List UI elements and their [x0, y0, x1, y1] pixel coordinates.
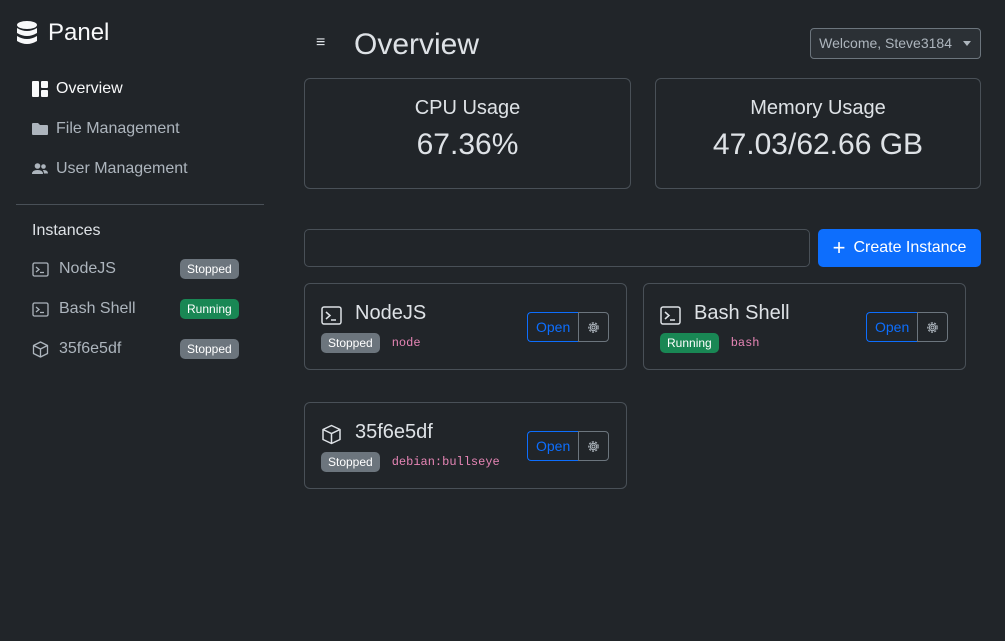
cpu-usage-card: CPU Usage 67.36% [304, 78, 631, 189]
brand[interactable]: Panel [16, 18, 109, 48]
sidebar-instance-list: NodeJS Stopped Bash Shell Running 35f6e5… [16, 254, 264, 374]
open-button[interactable]: Open [527, 431, 579, 461]
memory-usage-label: Memory Usage [750, 97, 886, 119]
dashboard-icon [32, 81, 48, 97]
plus-icon: + [832, 235, 846, 260]
status-badge: Running [180, 299, 239, 319]
page-title: Overview [354, 28, 480, 61]
topbar: ≡ Overview Welcome, Steve3184 [304, 28, 981, 68]
instance-actions: Open [527, 431, 610, 461]
sidebar-instance-label: NodeJS [59, 260, 116, 277]
terminal-icon [32, 261, 49, 277]
instance-meta: Stopped node [321, 333, 421, 353]
open-button[interactable]: Open [866, 312, 918, 342]
settings-button[interactable] [578, 312, 610, 342]
cpu-usage-label: CPU Usage [414, 97, 521, 119]
sidebar-item-label: Overview [56, 80, 123, 97]
sidebar-nav: Overview File Management User Management [16, 74, 264, 194]
instance-image: node [391, 336, 421, 350]
status-badge: Stopped [321, 452, 380, 472]
sidebar-item-label: File Management [56, 120, 180, 137]
terminal-icon [32, 301, 49, 317]
brand-name: Panel [48, 19, 110, 46]
status-badge: Running [660, 333, 719, 353]
sidebar-instance-nodejs[interactable]: NodeJS Stopped [16, 254, 264, 284]
gear-icon [927, 321, 939, 333]
create-instance-label: Create Instance [853, 239, 967, 256]
status-badge: Stopped [321, 333, 380, 353]
sidebar-item-file-management[interactable]: File Management [16, 114, 264, 144]
memory-usage-value: 47.03/62.66 GB [712, 128, 924, 161]
instances-heading: Instances [32, 222, 101, 239]
instance-actions: Open [866, 312, 949, 342]
settings-button[interactable] [917, 312, 949, 342]
menu-toggle-icon[interactable]: ≡ [316, 34, 332, 54]
instance-card-bash-shell: Bash Shell Running bash Open [643, 283, 966, 370]
box-icon [322, 424, 341, 445]
create-instance-button[interactable]: + Create Instance [818, 229, 981, 267]
box-icon [32, 340, 49, 358]
sidebar-divider [16, 204, 264, 205]
search-input[interactable] [304, 229, 810, 267]
sidebar-instance-label: 35f6e5df [59, 340, 122, 357]
folder-icon [32, 123, 48, 135]
user-menu-label: Welcome, Steve3184 [819, 35, 952, 51]
instance-image: bash [730, 336, 760, 350]
status-badge: Stopped [180, 259, 239, 279]
gear-icon [588, 440, 600, 452]
terminal-icon [321, 306, 342, 325]
chevron-down-icon [963, 41, 971, 46]
instance-name: Bash Shell [694, 302, 790, 324]
instance-image: debian:bullseye [391, 455, 500, 469]
instance-name: 35f6e5df [355, 421, 433, 443]
instance-card-nodejs: NodeJS Stopped node Open [304, 283, 627, 370]
open-button[interactable]: Open [527, 312, 579, 342]
terminal-icon [660, 306, 681, 325]
sidebar-item-user-management[interactable]: User Management [16, 154, 264, 184]
status-badge: Stopped [180, 339, 239, 359]
sidebar-instance-35f6e5df[interactable]: 35f6e5df Stopped [16, 334, 264, 364]
users-icon [32, 163, 48, 174]
instance-name: NodeJS [355, 302, 427, 324]
sidebar: Panel Overview File Management User Mana… [0, 0, 280, 641]
sidebar-item-overview[interactable]: Overview [16, 74, 264, 104]
memory-usage-card: Memory Usage 47.03/62.66 GB [655, 78, 981, 189]
sidebar-item-label: User Management [56, 160, 188, 177]
database-icon [17, 21, 37, 44]
cpu-usage-value: 67.36% [416, 128, 519, 161]
gear-icon [588, 321, 600, 333]
settings-button[interactable] [578, 431, 610, 461]
user-menu-dropdown[interactable]: Welcome, Steve3184 [810, 28, 981, 59]
instance-meta: Running bash [660, 333, 760, 353]
sidebar-instance-label: Bash Shell [59, 300, 136, 317]
instance-actions: Open [527, 312, 610, 342]
instance-card-35f6e5df: 35f6e5df Stopped debian:bullseye Open [304, 402, 627, 489]
sidebar-instance-bash-shell[interactable]: Bash Shell Running [16, 294, 264, 324]
instance-meta: Stopped debian:bullseye [321, 452, 500, 472]
